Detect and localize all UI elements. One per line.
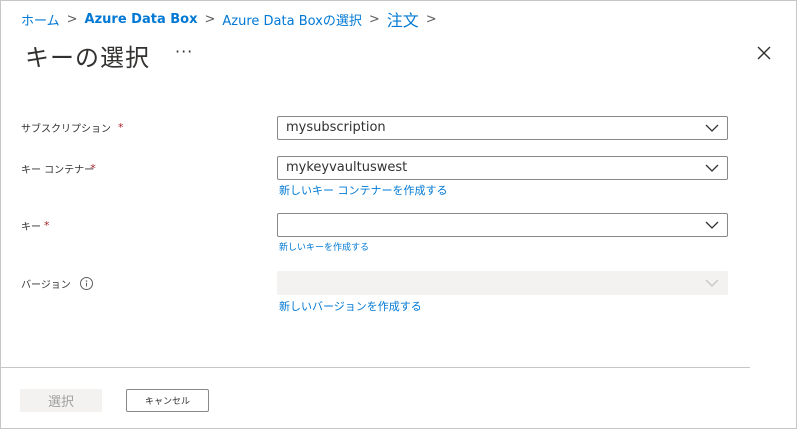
breadcrumb-order[interactable]: 注文 [387, 7, 419, 31]
chevron-down-icon [705, 279, 719, 287]
chevron-down-icon [705, 164, 719, 172]
version-label: バージョン [21, 276, 93, 291]
breadcrumb-separator: > [204, 11, 216, 27]
key-vault-label: キー コンテナー * [21, 161, 96, 176]
subscription-value: mysubscription [286, 120, 386, 135]
version-label-text: バージョン [21, 280, 71, 291]
create-key-link[interactable]: 新しいキーを作成する [279, 240, 369, 253]
chevron-down-icon [705, 221, 719, 229]
key-vault-dropdown[interactable]: mykeyvaultuswest [277, 156, 728, 180]
breadcrumb-select-data-box[interactable]: Azure Data Boxの選択 [222, 10, 361, 29]
info-icon[interactable] [79, 277, 93, 290]
version-dropdown [277, 271, 728, 295]
create-version-link[interactable]: 新しいバージョンを作成する [279, 298, 422, 314]
page-title: キーの選択 [25, 44, 150, 72]
breadcrumb-separator: > [368, 11, 380, 27]
close-icon[interactable] [753, 42, 775, 64]
footer-divider [1, 367, 750, 368]
required-mark: * [90, 162, 96, 175]
key-vault-value: mykeyvaultuswest [286, 160, 408, 175]
chevron-down-icon [705, 124, 719, 132]
subscription-dropdown[interactable]: mysubscription [277, 116, 728, 140]
more-icon[interactable]: ··· [175, 42, 193, 61]
subscription-label-text: サブスクリプション [21, 124, 111, 135]
key-label-text: キー [21, 222, 41, 233]
create-key-vault-link[interactable]: 新しいキー コンテナーを作成する [279, 182, 448, 198]
breadcrumb-azure-data-box[interactable]: Azure Data Box [85, 12, 198, 27]
key-vault-label-text: キー コンテナー [21, 165, 95, 176]
subscription-label: サブスクリプション * [21, 120, 124, 135]
required-mark: * [44, 219, 50, 232]
breadcrumb-home[interactable]: ホーム [21, 10, 60, 29]
required-mark: * [118, 121, 124, 134]
key-label: キー * [21, 218, 50, 233]
breadcrumb: ホーム > Azure Data Box > Azure Data Boxの選択… [21, 7, 444, 31]
breadcrumb-separator: > [425, 11, 437, 27]
key-dropdown[interactable] [277, 213, 728, 237]
cancel-button[interactable]: キャンセル [126, 389, 209, 412]
breadcrumb-separator: > [66, 11, 78, 27]
select-button: 選択 [20, 389, 102, 412]
